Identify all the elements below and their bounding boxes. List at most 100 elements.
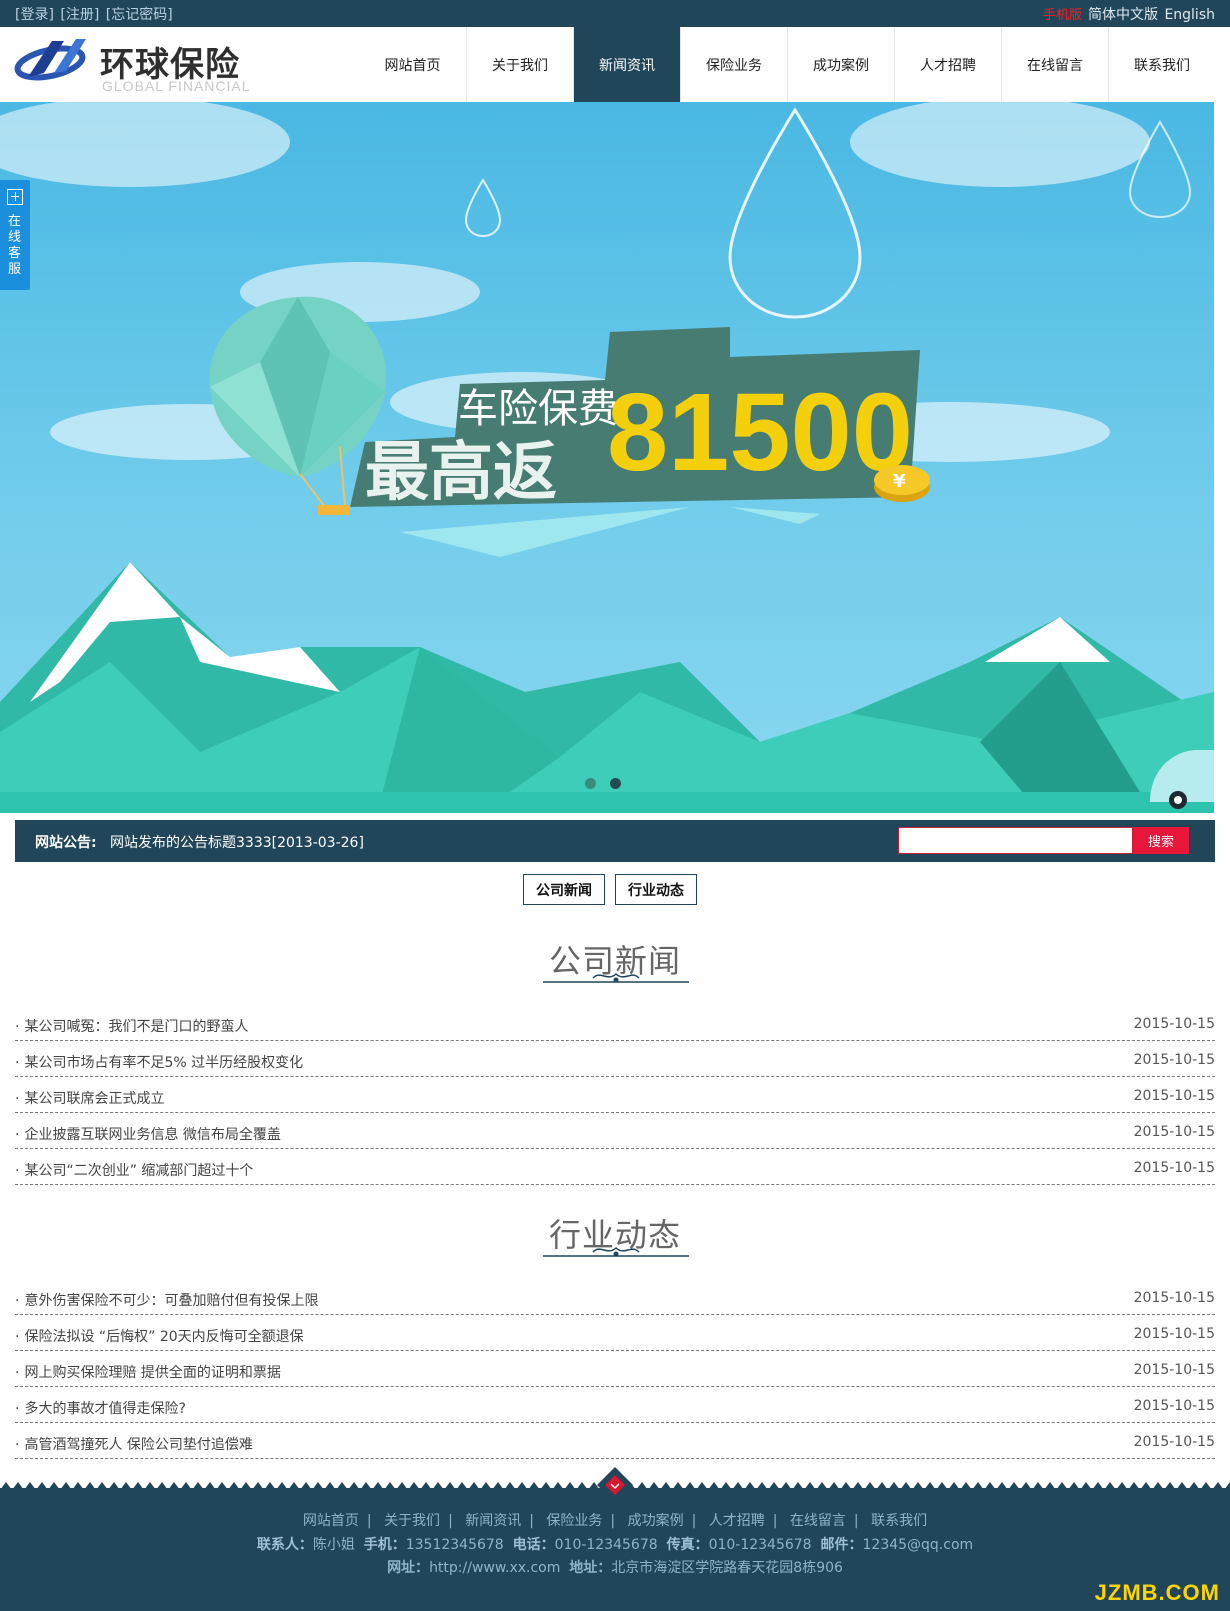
slide-indicators <box>585 778 621 789</box>
forgot-password-link[interactable]: [忘记密码] <box>106 7 173 23</box>
notice-message[interactable]: 网站发布的公告标题3333[2013-03-26] <box>110 832 364 852</box>
footer-link-message[interactable]: 在线留言 <box>790 1513 846 1529</box>
online-service-tab[interactable]: 在线客服 <box>0 180 30 290</box>
news-title[interactable]: 高管酒驾撞死人 保险公司垫付追偿难 <box>15 1434 252 1454</box>
logo-swoosh-icon <box>14 39 86 81</box>
email-label: 邮件： <box>820 1537 863 1553</box>
hero-banner[interactable]: 车险保费 最高返 81500 ¥ <box>0 102 1214 813</box>
notice-bar: 网站公告: 网站发布的公告标题3333[2013-03-26] 搜索 <box>15 820 1215 862</box>
nav-item-home[interactable]: 网站首页 <box>359 27 466 102</box>
slide-dot-1[interactable] <box>585 778 596 789</box>
site-footer: 网站首页 | 关于我们 | 新闻资讯 | 保险业务 | 成功案例 | 人才招聘 | 在线留言… <box>0 1467 1230 1611</box>
tab-industry-news[interactable]: 行业动态 <box>615 874 697 905</box>
nav-item-about[interactable]: 关于我们 <box>466 27 573 102</box>
fax-label: 传真： <box>666 1537 709 1553</box>
site-value[interactable]: http://www.xx.com <box>429 1560 560 1576</box>
site-label: 网址： <box>387 1560 430 1576</box>
address-value: 北京市海淀区学院路春天花园8栋906 <box>611 1560 843 1576</box>
footer-link-business[interactable]: 保险业务 <box>546 1513 602 1529</box>
footer-link-jobs[interactable]: 人才招聘 <box>709 1513 765 1529</box>
list-item[interactable]: 某公司联席会正式成立 2015-10-15 <box>15 1077 1215 1113</box>
phone-label: 电话： <box>512 1537 555 1553</box>
nav-item-message[interactable]: 在线留言 <box>1001 27 1108 102</box>
list-item[interactable]: 高管酒驾撞死人 保险公司垫付追偿难 2015-10-15 <box>15 1423 1215 1459</box>
list-item[interactable]: 某公司市场占有率不足5% 过半历经股权变化 2015-10-15 <box>15 1041 1215 1077</box>
list-item[interactable]: 意外伤害保险不可少：可叠加赔付但有投保上限 2015-10-15 <box>15 1279 1215 1315</box>
search-button[interactable]: 搜索 <box>1133 827 1189 854</box>
news-date: 2015-10-15 <box>1133 1160 1215 1176</box>
fax-value: 010-12345678 <box>708 1537 812 1553</box>
register-link[interactable]: [注册] <box>60 7 99 23</box>
footer-link-cases[interactable]: 成功案例 <box>628 1513 684 1529</box>
list-item[interactable]: 保险法拟设 “后悔权” 20天内反悔可全额退保 2015-10-15 <box>15 1315 1215 1351</box>
chinese-version-link[interactable]: 简体中文版 <box>1088 7 1158 23</box>
tab-company-news[interactable]: 公司新闻 <box>523 874 605 905</box>
notice-label: 网站公告: <box>35 835 97 851</box>
news-tabs: 公司新闻 行业动态 <box>523 874 697 905</box>
droplet-large <box>728 107 862 319</box>
news-title[interactable]: 某公司联席会正式成立 <box>15 1088 164 1108</box>
news-date: 2015-10-15 <box>1133 1434 1215 1450</box>
contact-value: 陈小姐 <box>312 1537 355 1553</box>
address-label: 地址： <box>569 1560 612 1576</box>
logo-text-en: GLOBAL FINANCIAL <box>102 78 251 94</box>
list-item[interactable]: 多大的事故才值得走保险? 2015-10-15 <box>15 1387 1215 1423</box>
nav-item-cases[interactable]: 成功案例 <box>787 27 894 102</box>
footer-link-home[interactable]: 网站首页 <box>303 1513 359 1529</box>
mobile-version-link[interactable]: 手机版 <box>1043 8 1082 23</box>
list-item[interactable]: 网上购买保险理赔 提供全面的证明和票据 2015-10-15 <box>15 1351 1215 1387</box>
coin-icon: ¥ <box>874 465 930 502</box>
news-date: 2015-10-15 <box>1133 1326 1215 1342</box>
site-logo[interactable]: 环球保险 GLOBAL FINANCIAL <box>14 33 254 95</box>
droplet-small <box>464 178 502 238</box>
news-title[interactable]: 某公司市场占有率不足5% 过半历经股权变化 <box>15 1052 303 1072</box>
news-title[interactable]: 网上购买保险理赔 提供全面的证明和票据 <box>15 1362 280 1382</box>
news-date: 2015-10-15 <box>1133 1398 1215 1414</box>
news-title[interactable]: 企业披露互联网业务信息 微信布局全覆盖 <box>15 1124 280 1144</box>
nav-item-contact[interactable]: 联系我们 <box>1108 27 1215 102</box>
news-date: 2015-10-15 <box>1133 1290 1215 1306</box>
footer-link-about[interactable]: 关于我们 <box>384 1513 440 1529</box>
mobile-value: 13512345678 <box>405 1537 504 1553</box>
watermark-logo: JZMB.COM <box>1094 1580 1220 1605</box>
phone-value: 010-12345678 <box>554 1537 658 1553</box>
company-news-list: 某公司喊冤：我们不是门口的野蛮人 2015-10-15 某公司市场占有率不足5% … <box>15 1005 1215 1185</box>
footer-link-contact[interactable]: 联系我们 <box>871 1513 927 1529</box>
news-title[interactable]: 某公司“二次创业” 缩减部门超过十个 <box>15 1160 253 1180</box>
email-value[interactable]: 12345@qq.com <box>863 1537 974 1553</box>
account-links: [登录] [注册] [忘记密码] <box>15 4 175 24</box>
expand-icon <box>7 189 23 205</box>
nav-item-jobs[interactable]: 人才招聘 <box>894 27 1001 102</box>
news-date: 2015-10-15 <box>1133 1088 1215 1104</box>
news-date: 2015-10-15 <box>1133 1124 1215 1140</box>
news-title[interactable]: 保险法拟设 “后悔权” 20天内反悔可全额退保 <box>15 1326 303 1346</box>
english-version-link[interactable]: English <box>1164 7 1215 23</box>
footer-address-info: 网址：http://www.xx.com 地址：北京市海淀区学院路春天花园8栋9… <box>0 1557 1230 1577</box>
login-link[interactable]: [登录] <box>15 7 54 23</box>
list-item[interactable]: 企业披露互联网业务信息 微信布局全覆盖 2015-10-15 <box>15 1113 1215 1149</box>
industry-news-list: 意外伤害保险不可少：可叠加赔付但有投保上限 2015-10-15 保险法拟设 “后… <box>15 1279 1215 1459</box>
news-date: 2015-10-15 <box>1133 1016 1215 1032</box>
site-header: 环球保险 GLOBAL FINANCIAL 网站首页 关于我们 新闻资讯 保险业… <box>0 27 1230 102</box>
nav-item-news[interactable]: 新闻资讯 <box>573 27 680 102</box>
footer-link-news[interactable]: 新闻资讯 <box>465 1513 521 1529</box>
ornament-divider-icon <box>543 1246 689 1257</box>
back-to-top-icon[interactable] <box>597 1467 633 1503</box>
ornament-divider-icon <box>543 972 689 983</box>
list-item[interactable]: 某公司“二次创业” 缩减部门超过十个 2015-10-15 <box>15 1149 1215 1185</box>
list-item[interactable]: 某公司喊冤：我们不是门口的野蛮人 2015-10-15 <box>15 1005 1215 1041</box>
language-links: 手机版 简体中文版 English <box>1041 4 1215 24</box>
footer-contact-info: 联系人：陈小姐 手机：13512345678 电话：010-12345678 传… <box>0 1534 1230 1554</box>
banner-line2: 最高返 <box>365 436 557 510</box>
banner-illustration: 车险保费 最高返 81500 ¥ <box>0 102 1214 813</box>
search-input[interactable] <box>898 827 1133 854</box>
news-title[interactable]: 某公司喊冤：我们不是门口的野蛮人 <box>15 1016 248 1036</box>
banner-line1: 车险保费 <box>458 386 618 432</box>
contact-label: 联系人： <box>256 1537 313 1553</box>
news-title[interactable]: 多大的事故才值得走保险? <box>15 1398 185 1418</box>
nav-item-business[interactable]: 保险业务 <box>680 27 787 102</box>
news-title[interactable]: 意外伤害保险不可少：可叠加赔付但有投保上限 <box>15 1290 318 1310</box>
news-date: 2015-10-15 <box>1133 1362 1215 1378</box>
coin-symbol: ¥ <box>893 471 906 492</box>
slide-dot-2[interactable] <box>610 778 621 789</box>
